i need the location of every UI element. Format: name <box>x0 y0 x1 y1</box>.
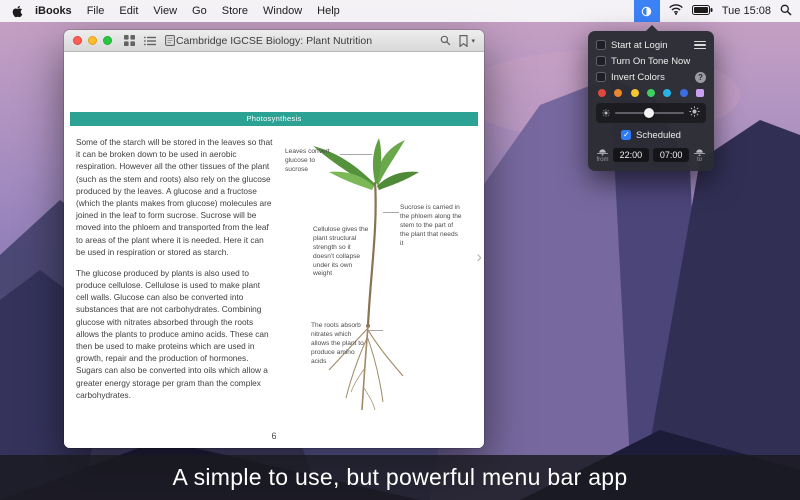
schedule-times: from 22:00 07:00 to <box>596 144 706 163</box>
color-swatch[interactable] <box>663 89 671 97</box>
turn-on-tone-label: Turn On Tone Now <box>611 56 690 67</box>
callout-line <box>383 212 399 213</box>
paragraph: The glucose produced by plants is also u… <box>76 267 274 401</box>
menu-bar: iBooks File Edit View Go Store Window He… <box>0 0 800 22</box>
wifi-icon[interactable] <box>669 4 683 18</box>
close-button[interactable] <box>73 36 82 45</box>
sunrise-icon: to <box>693 147 706 163</box>
callout-line <box>369 330 383 331</box>
start-at-login-label: Start at Login <box>611 40 668 51</box>
sunset-icon: from <box>596 147 609 163</box>
scheduled-checkbox[interactable] <box>621 130 631 140</box>
color-swatches <box>596 85 706 103</box>
spotlight-icon[interactable] <box>780 4 792 19</box>
ibooks-window: Cambridge IGCSE Biology: Plant Nutrition… <box>64 30 484 448</box>
slider-track[interactable] <box>615 112 684 114</box>
to-time-field[interactable]: 07:00 <box>653 148 690 162</box>
invert-colors-row[interactable]: Invert Colors ? <box>596 69 706 85</box>
start-at-login-checkbox[interactable] <box>596 40 606 50</box>
marketing-banner: A simple to use, but powerful menu bar a… <box>0 455 800 500</box>
menu-window[interactable]: Window <box>263 5 302 17</box>
page-number: 6 <box>64 431 484 441</box>
menu-file[interactable]: File <box>87 5 105 17</box>
search-icon[interactable] <box>440 35 451 46</box>
color-swatch[interactable] <box>696 89 704 97</box>
sun-big-icon <box>689 104 700 122</box>
turn-on-tone-row[interactable]: Turn On Tone Now <box>596 53 706 69</box>
app-menu-ibooks[interactable]: iBooks <box>35 5 72 17</box>
bookmark-icon[interactable] <box>459 35 468 47</box>
start-at-login-row[interactable]: Start at Login <box>596 37 706 53</box>
callout-sucrose: Sucrose is carried in the phloem along t… <box>400 204 462 248</box>
color-swatch[interactable] <box>598 89 606 97</box>
from-label: from <box>597 157 609 163</box>
body-text: Some of the starch will be stored in the… <box>76 136 274 401</box>
apple-menu-icon[interactable] <box>12 5 23 18</box>
zoom-button[interactable] <box>103 36 112 45</box>
scheduled-row[interactable]: Scheduled <box>596 126 706 144</box>
slider-thumb[interactable] <box>644 108 654 118</box>
menu-store[interactable]: Store <box>222 5 248 17</box>
library-icon[interactable] <box>124 35 135 46</box>
scheduled-label: Scheduled <box>636 130 681 141</box>
menu-go[interactable]: Go <box>192 5 207 17</box>
invert-colors-checkbox[interactable] <box>596 72 606 82</box>
menubar-clock[interactable]: Tue 15:08 <box>722 5 771 17</box>
callout-cellulose: Cellulose gives the plant structural str… <box>313 226 373 279</box>
window-titlebar: Cambridge IGCSE Biology: Plant Nutrition… <box>64 30 484 52</box>
battery-icon[interactable] <box>692 5 713 18</box>
plant-illustration <box>279 138 474 430</box>
menu-edit[interactable]: Edit <box>119 5 138 17</box>
brightness-slider[interactable] <box>596 103 706 123</box>
traffic-lights <box>73 36 112 45</box>
desktop: iBooks File Edit View Go Store Window He… <box>0 0 800 500</box>
menu-icon[interactable] <box>694 39 706 52</box>
color-swatch[interactable] <box>680 89 688 97</box>
invert-colors-label: Invert Colors <box>611 72 665 83</box>
minimize-button[interactable] <box>88 36 97 45</box>
callout-leaves: Leaves convert glucose to sucrose <box>285 148 339 175</box>
color-swatch[interactable] <box>614 89 622 97</box>
color-swatch[interactable] <box>647 89 655 97</box>
window-title: Cambridge IGCSE Biology: Plant Nutrition <box>176 35 372 47</box>
from-time-field[interactable]: 22:00 <box>613 148 650 162</box>
menubar-app-popover: Start at Login Turn On Tone Now Invert C… <box>588 31 714 171</box>
color-swatch[interactable] <box>631 89 639 97</box>
menu-help[interactable]: Help <box>317 5 340 17</box>
toc-icon[interactable] <box>144 36 156 46</box>
turn-on-tone-checkbox[interactable] <box>596 56 606 66</box>
callout-roots: The roots absorb nitrates which allows t… <box>311 322 368 366</box>
callout-line <box>340 154 372 155</box>
next-page-chevron[interactable]: › <box>476 248 482 265</box>
bookmark-chevron-icon[interactable]: ▾ <box>471 37 475 45</box>
help-button[interactable]: ? <box>695 72 706 83</box>
menu-view[interactable]: View <box>153 5 177 17</box>
notes-icon[interactable] <box>165 35 175 46</box>
book-page: Photosynthesis Some of the starch will b… <box>64 52 484 448</box>
chapter-header: Photosynthesis <box>70 112 478 126</box>
sun-small-icon <box>602 104 610 122</box>
banner-text: A simple to use, but powerful menu bar a… <box>173 464 628 491</box>
menubar-app-icon[interactable] <box>634 0 660 22</box>
to-label: to <box>697 157 702 163</box>
paragraph: Some of the starch will be stored in the… <box>76 136 274 258</box>
